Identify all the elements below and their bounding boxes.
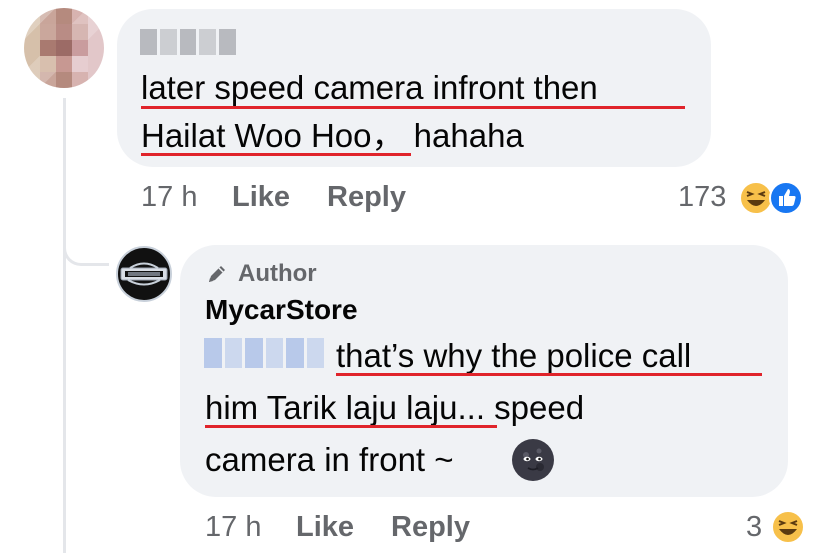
reply-timestamp[interactable]: 17 h	[205, 511, 261, 544]
comment-text-line-1: later speed camera infront then	[141, 69, 598, 106]
mycarstore-logo-icon	[120, 262, 168, 286]
reply-like-button[interactable]: Like	[296, 511, 354, 544]
author-badge: Author	[204, 260, 317, 288]
reaction-count[interactable]: 173	[678, 181, 726, 214]
mention-redacted[interactable]	[204, 338, 324, 368]
reply-text-line-3: camera in front ~	[205, 441, 454, 478]
text-underline	[141, 153, 411, 156]
text-underline	[205, 425, 497, 428]
thread-connector	[63, 230, 109, 266]
commenter-name-redacted[interactable]	[140, 29, 236, 55]
text-underline	[336, 373, 762, 376]
reply-text-line-2: him Tarik laju laju... speed	[205, 389, 585, 426]
reply-reaction-count[interactable]: 3	[746, 511, 762, 544]
commenter-avatar[interactable]	[24, 8, 104, 88]
comment-timestamp[interactable]: 17 h	[141, 181, 197, 214]
reply-author-name[interactable]: MycarStore	[205, 294, 358, 326]
author-badge-label: Author	[238, 260, 317, 287]
new-moon-face-emoji-icon	[512, 439, 554, 481]
reply-text-line-1: that’s why the police call	[336, 337, 692, 374]
pen-icon	[209, 266, 225, 282]
page-avatar[interactable]	[116, 246, 172, 302]
reply-reply-button[interactable]: Reply	[391, 511, 470, 544]
like-button[interactable]: Like	[232, 181, 290, 214]
text-underline	[141, 106, 685, 109]
like-emoji-icon[interactable]	[768, 180, 804, 216]
reply-button[interactable]: Reply	[327, 181, 406, 214]
comment-thread: later speed camera infront then Hailat W…	[0, 0, 828, 553]
comment-text-line-2: Hailat Woo Hoo， hahaha	[141, 117, 524, 154]
haha-emoji-icon[interactable]	[770, 509, 806, 545]
thread-line	[63, 98, 66, 553]
